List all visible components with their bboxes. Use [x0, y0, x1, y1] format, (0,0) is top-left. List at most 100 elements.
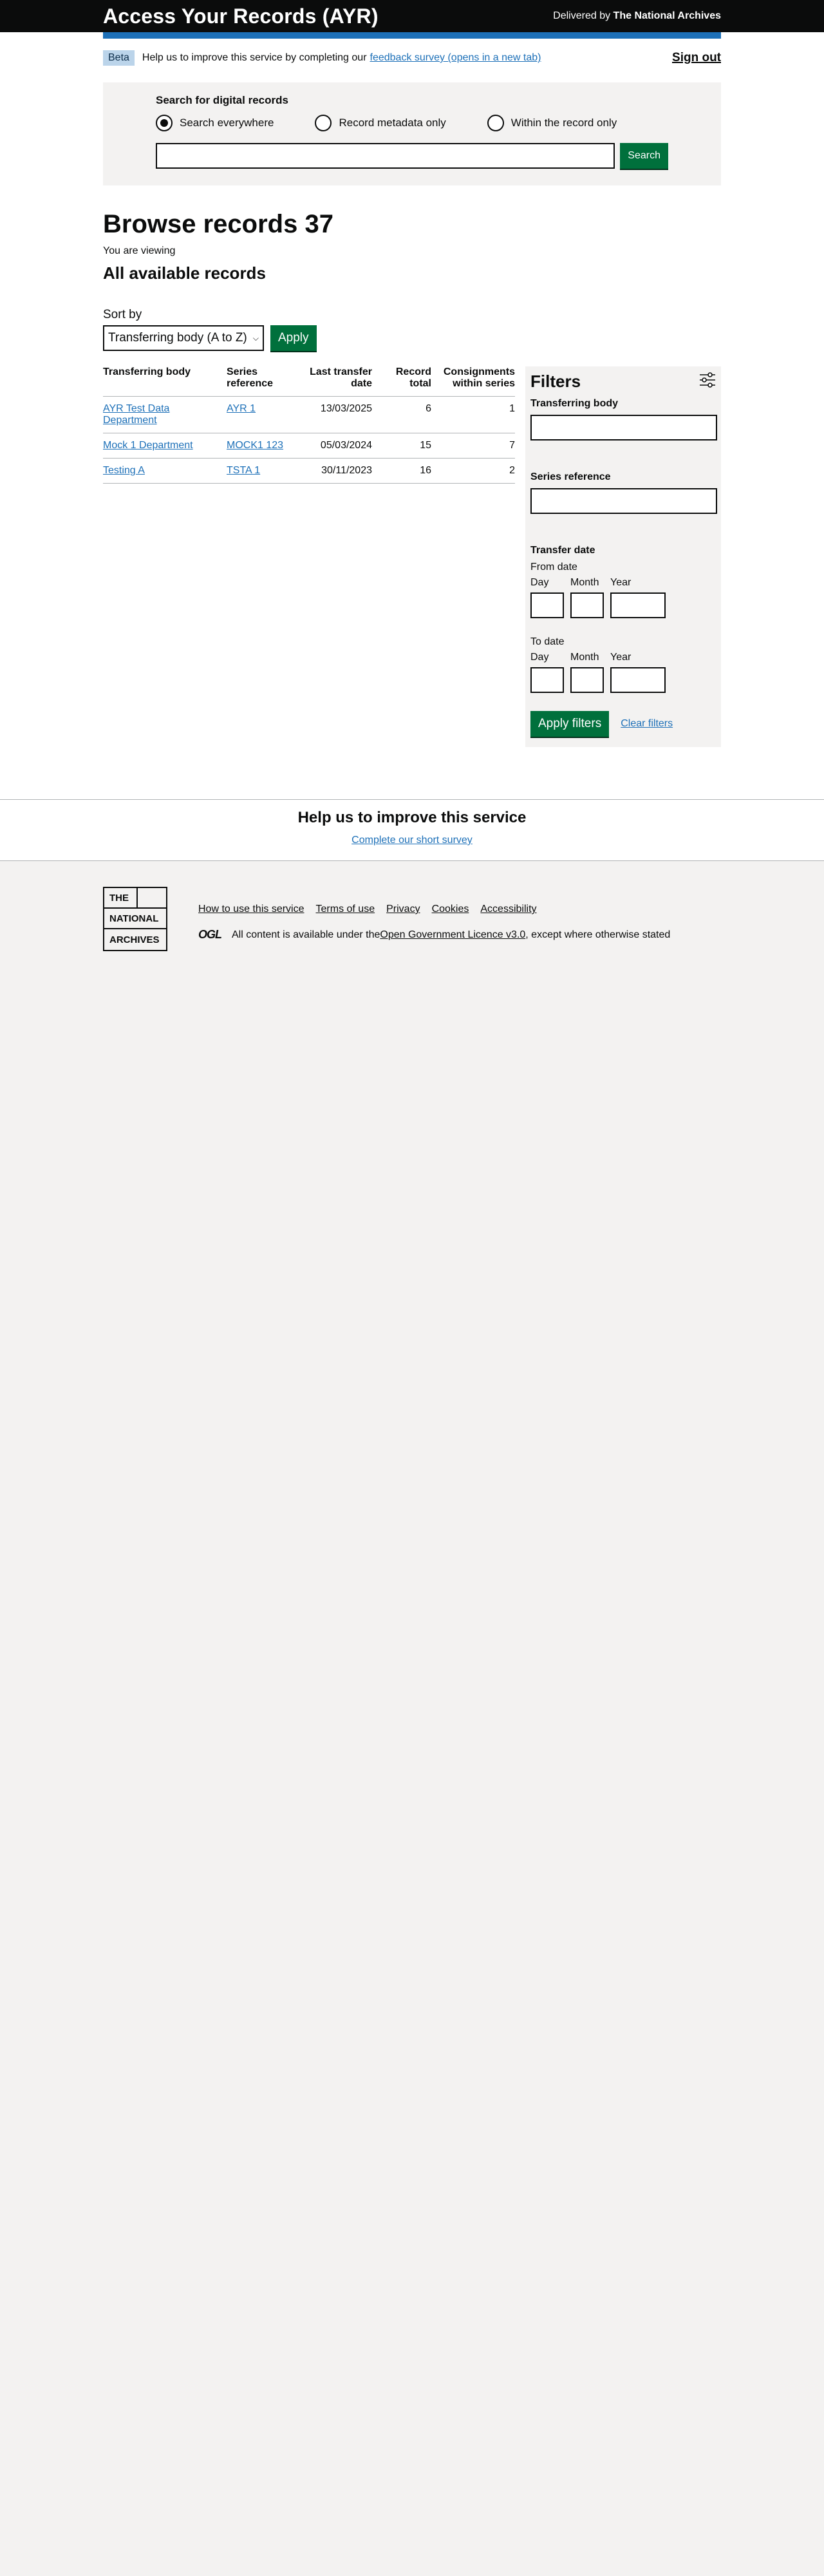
service-name[interactable]: Access Your Records (AYR) — [103, 5, 379, 28]
radio-button[interactable] — [487, 115, 504, 131]
transferring-body-link[interactable]: Testing A — [103, 465, 145, 476]
logo-line: ARCHIVES — [109, 934, 160, 945]
table-header-row: Transferring body Series reference Last … — [103, 366, 515, 397]
licence-suffix: , except where otherwise stated — [525, 929, 671, 940]
to-date-label: To date — [530, 636, 565, 647]
consignments-count: 7 — [431, 433, 515, 459]
records-table-wrap: Transferring body Series reference Last … — [103, 366, 515, 484]
phase-text: Help us to improve this service by compl… — [142, 52, 367, 63]
feedback-survey-link[interactable]: feedback survey (opens in a new tab) — [370, 52, 541, 64]
header-record-total: Record total — [372, 366, 431, 397]
apply-filters-button[interactable]: Apply filters — [530, 711, 610, 737]
table-row: Testing A TSTA 1 30/11/2023 16 2 — [103, 458, 515, 484]
consignments-count: 2 — [431, 458, 515, 484]
header-series-reference: Series reference — [227, 366, 304, 397]
main-white-section: Beta Help us to improve this service by … — [0, 32, 824, 861]
to-month-input[interactable] — [570, 667, 604, 693]
radio-record-metadata-only[interactable]: Record metadata only — [315, 115, 446, 131]
sort-select-value: Transferring body (A to Z) — [108, 331, 247, 345]
records-table: Transferring body Series reference Last … — [103, 366, 515, 484]
footer-link-privacy[interactable]: Privacy — [386, 904, 420, 915]
page-title: Browse records 37 — [103, 210, 333, 238]
from-date-group: Day Month Year — [530, 577, 716, 618]
radio-button[interactable] — [315, 115, 332, 131]
year-label: Year — [610, 577, 632, 588]
transfer-date-label: Transfer date — [530, 545, 595, 556]
national-archives-logo[interactable]: THE NATIONAL ARCHIVES — [103, 887, 167, 951]
from-month-input[interactable] — [570, 592, 604, 618]
header-blue-bar — [103, 32, 721, 39]
footer-link-cookies[interactable]: Cookies — [432, 904, 469, 915]
transferring-body-filter-input[interactable] — [530, 415, 717, 440]
sort-apply-button[interactable]: Apply — [270, 325, 317, 351]
to-date-group: Day Month Year — [530, 652, 716, 693]
radio-label: Within the record only — [510, 117, 617, 129]
phase-banner: Beta Help us to improve this service by … — [103, 39, 721, 66]
header-transferring-body: Transferring body — [103, 366, 227, 397]
table-row: Mock 1 Department MOCK1 123 05/03/2024 1… — [103, 433, 515, 459]
delivered-org: The National Archives — [613, 10, 721, 21]
radio-button-checked[interactable] — [156, 115, 173, 131]
footer-link-terms[interactable]: Terms of use — [316, 904, 375, 915]
transferring-body-link[interactable]: Mock 1 Department — [103, 440, 193, 451]
beta-tag: Beta — [103, 50, 135, 66]
from-date-label: From date — [530, 562, 577, 573]
consignments-count: 1 — [431, 396, 515, 433]
from-day-input[interactable] — [530, 592, 564, 618]
transferring-body-filter-label: Transferring body — [530, 398, 619, 409]
sort-label: Sort by — [103, 308, 142, 321]
header-last-transfer-date: Last transfer date — [304, 366, 372, 397]
licence-link[interactable]: Open Government Licence v3.0 — [380, 929, 525, 941]
filters-panel: Filters Transferring body Series referen… — [525, 366, 721, 747]
series-reference-link[interactable]: TSTA 1 — [227, 465, 260, 476]
transferring-body-link[interactable]: AYR Test Data Department — [103, 403, 169, 426]
to-year-input[interactable] — [610, 667, 666, 693]
record-total: 16 — [372, 458, 431, 484]
search-panel: Search for digital records Search everyw… — [103, 82, 721, 185]
logo-line: THE — [104, 888, 138, 907]
radio-within-record-only[interactable]: Within the record only — [487, 115, 617, 131]
site-footer: THE NATIONAL ARCHIVES How to use this se… — [103, 887, 721, 951]
logo-line: NATIONAL — [109, 913, 159, 924]
viewing-label: You are viewing — [103, 245, 176, 256]
radio-label: Record metadata only — [339, 117, 446, 129]
footer-links: How to use this service Terms of use Pri… — [198, 904, 670, 915]
last-transfer-date: 13/03/2025 — [304, 396, 372, 433]
series-reference-link[interactable]: AYR 1 — [227, 403, 256, 414]
site-header: Access Your Records (AYR) Delivered by T… — [0, 0, 824, 32]
search-input[interactable] — [156, 143, 615, 169]
records-subtitle: All available records — [103, 263, 266, 283]
radio-label: Search everywhere — [180, 117, 274, 129]
month-label: Month — [570, 577, 599, 588]
delivered-prefix: Delivered by — [553, 10, 613, 21]
from-year-input[interactable] — [610, 592, 666, 618]
footer-link-accessibility[interactable]: Accessibility — [480, 904, 536, 915]
radio-search-everywhere[interactable]: Search everywhere — [156, 115, 274, 131]
short-survey-link[interactable]: Complete our short survey — [351, 835, 473, 846]
sort-select[interactable]: Transferring body (A to Z) ⌵ — [103, 325, 264, 351]
improve-banner: Help us to improve this service Complete… — [0, 799, 824, 861]
day-label: Day — [530, 652, 549, 663]
header-consignments: Consignments within series — [431, 366, 515, 397]
footer-link-how-to-use[interactable]: How to use this service — [198, 904, 304, 915]
year-label: Year — [610, 652, 632, 663]
series-reference-filter-label: Series reference — [530, 471, 611, 482]
series-reference-link[interactable]: MOCK1 123 — [227, 440, 283, 451]
sliders-icon — [699, 372, 716, 392]
sign-out-link[interactable]: Sign out — [672, 51, 721, 65]
search-scope-radios: Search everywhere Record metadata only W… — [156, 115, 668, 131]
search-heading: Search for digital records — [156, 94, 288, 106]
to-day-input[interactable] — [530, 667, 564, 693]
improve-title: Help us to improve this service — [297, 809, 527, 826]
licence-statement: OGL All content is available under the O… — [198, 928, 670, 942]
record-total: 6 — [372, 396, 431, 433]
delivered-by: Delivered by The National Archives — [553, 10, 721, 22]
last-transfer-date: 05/03/2024 — [304, 433, 372, 459]
search-button[interactable]: Search — [620, 143, 668, 169]
licence-prefix: All content is available under the — [232, 929, 380, 940]
last-transfer-date: 30/11/2023 — [304, 458, 372, 484]
series-reference-filter-input[interactable] — [530, 488, 717, 514]
ogl-logo-icon: OGL — [198, 928, 222, 941]
clear-filters-link[interactable]: Clear filters — [621, 718, 673, 730]
month-label: Month — [570, 652, 599, 663]
